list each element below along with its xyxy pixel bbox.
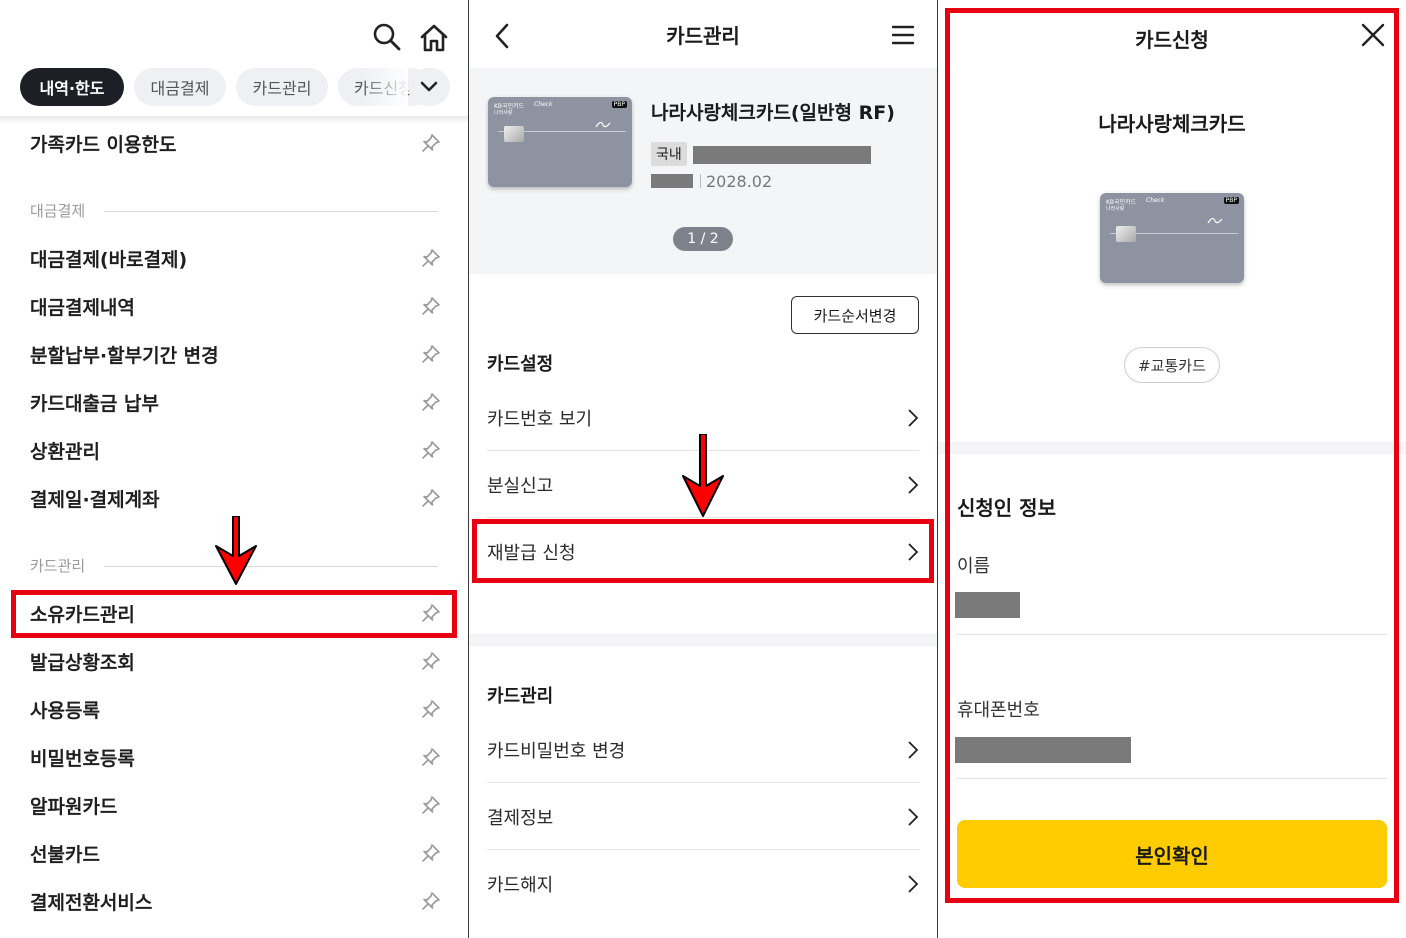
menu-item-issue-status[interactable]: 발급상황조회: [30, 646, 442, 676]
chevron-right-icon: [908, 475, 919, 494]
menu-item-registration[interactable]: 사용등록: [30, 694, 442, 724]
chevron-right-icon: [908, 408, 919, 427]
pin-icon[interactable]: [420, 890, 442, 912]
chip-payment[interactable]: 대금결제: [134, 68, 226, 106]
row-label: 카드해지: [487, 875, 554, 896]
highlight-box: [945, 8, 1399, 903]
pin-icon[interactable]: [420, 247, 442, 269]
pin-icon[interactable]: [420, 487, 442, 509]
page-title: 카드관리: [666, 24, 740, 48]
hamburger-menu-icon[interactable]: [891, 24, 915, 50]
search-icon[interactable]: [372, 22, 402, 56]
section-title-management: 카드관리: [487, 686, 554, 707]
pin-icon[interactable]: [420, 132, 442, 154]
row-label: 카드번호 보기: [487, 408, 593, 430]
chip-icon: [504, 126, 524, 142]
annotation-arrow: [682, 434, 724, 517]
menu-item-label: 대금결제내역: [30, 296, 135, 319]
menu-panel: 내역·한도 대금결제 카드관리 카드신청 가족카드 이용한도 대금결제 대금결제…: [0, 0, 468, 938]
menu-item-label: 카드대출금 납부: [30, 392, 159, 415]
card-sub: 나라사랑: [494, 110, 513, 116]
menu-item-payment-conversion[interactable]: 결제전환서비스: [30, 886, 442, 916]
annotation-arrow: [215, 516, 257, 585]
card-image: KB국민카드 Check 나라사랑 PBP: [488, 97, 632, 187]
section-divider: [104, 211, 438, 212]
masked-holder: [651, 174, 693, 188]
section-gap: [469, 634, 937, 646]
menu-item-label: 선불카드: [30, 843, 100, 866]
row-label: 카드비밀번호 변경: [487, 740, 626, 762]
menu-item-payment-date-account[interactable]: 결제일·결제계좌: [30, 483, 442, 513]
card-apply-panel: 카드신청 나라사랑체크카드 KB국민카드 Check 나라사랑 PBP #교통카…: [938, 0, 1406, 938]
card-type: Check: [534, 101, 553, 108]
menu-item-label: 결제일·결제계좌: [30, 488, 160, 511]
pin-icon[interactable]: [420, 746, 442, 768]
menu-item-prepaid[interactable]: 선불카드: [30, 838, 442, 868]
pin-icon[interactable]: [420, 842, 442, 864]
card-emblem-icon: [595, 121, 611, 128]
row-change-card-pin[interactable]: 카드비밀번호 변경: [487, 717, 919, 783]
menu-item-label: 분할납부·할부기간 변경: [30, 344, 219, 367]
pin-icon[interactable]: [420, 391, 442, 413]
section-divider: [104, 566, 438, 567]
pin-icon[interactable]: [420, 295, 442, 317]
card-carousel[interactable]: KB국민카드 Check 나라사랑 PBP 나라사랑체크카드(일반형 RF) 국…: [469, 68, 937, 274]
menu-item-loan-payment[interactable]: 카드대출금 납부: [30, 387, 442, 417]
separator: [700, 174, 701, 188]
menu-item-alpha-one[interactable]: 알파원카드: [30, 790, 442, 820]
menu-item-label: 발급상황조회: [30, 651, 135, 674]
chevron-right-icon: [908, 807, 919, 826]
menu-item-label: 사용등록: [30, 699, 100, 722]
row-cancel-card[interactable]: 카드해지: [487, 851, 919, 917]
pin-icon[interactable]: [420, 439, 442, 461]
chevron-right-icon: [908, 875, 919, 893]
card-name: 나라사랑체크카드(일반형 RF): [651, 102, 895, 124]
section-title-settings: 카드설정: [487, 354, 554, 375]
card-management-panel: 카드관리 KB국민카드 Check 나라사랑 PBP 나라사랑체크카드(일반형 …: [469, 0, 937, 938]
domestic-badge: 국내: [651, 142, 687, 166]
menu-item-payment-history[interactable]: 대금결제내역: [30, 291, 442, 321]
highlight-box: [472, 519, 934, 583]
menu-item-instant-payment[interactable]: 대금결제(바로결제): [30, 243, 442, 273]
pin-icon[interactable]: [420, 698, 442, 720]
masked-card-number: [693, 146, 871, 164]
menu-item-pin-registration[interactable]: 비밀번호등록: [30, 742, 442, 772]
section-label-payment: 대금결제: [30, 202, 86, 220]
row-payment-info[interactable]: 결제정보: [487, 784, 919, 850]
chevron-down-icon[interactable]: [408, 68, 450, 106]
menu-item-label: 가족카드 이용한도: [30, 133, 177, 156]
menu-item-label: 결제전환서비스: [30, 891, 153, 914]
highlight-box: [11, 590, 457, 638]
menu-item-repayment[interactable]: 상환관리: [30, 435, 442, 465]
chip-history-limit[interactable]: 내역·한도: [20, 68, 124, 106]
section-label-card: 카드관리: [30, 557, 86, 575]
menu-item-label: 비밀번호등록: [30, 747, 135, 770]
reorder-cards-button[interactable]: 카드순서변경: [791, 296, 919, 334]
menu-item-label: 대금결제(바로결제): [30, 248, 188, 271]
pin-icon[interactable]: [420, 650, 442, 672]
home-icon[interactable]: [418, 22, 450, 58]
menu-item-label: 알파원카드: [30, 795, 118, 818]
card-logo: PBP: [611, 101, 627, 108]
chip-card-management[interactable]: 카드관리: [236, 68, 328, 106]
menu-item-family-limit[interactable]: 가족카드 이용한도: [30, 128, 442, 158]
menu-item-installment-change[interactable]: 분할납부·할부기간 변경: [30, 339, 442, 369]
pin-icon[interactable]: [420, 794, 442, 816]
chip-fade: [362, 66, 408, 108]
scroll-shadow: [0, 116, 468, 124]
card-expiry: 2028.02: [706, 172, 773, 191]
menu-item-label: 상환관리: [30, 440, 100, 463]
pin-icon[interactable]: [420, 343, 442, 365]
chevron-right-icon: [908, 740, 919, 759]
row-label: 분실신고: [487, 475, 554, 497]
carousel-pager: 1 / 2: [673, 227, 733, 251]
row-label: 결제정보: [487, 807, 554, 829]
